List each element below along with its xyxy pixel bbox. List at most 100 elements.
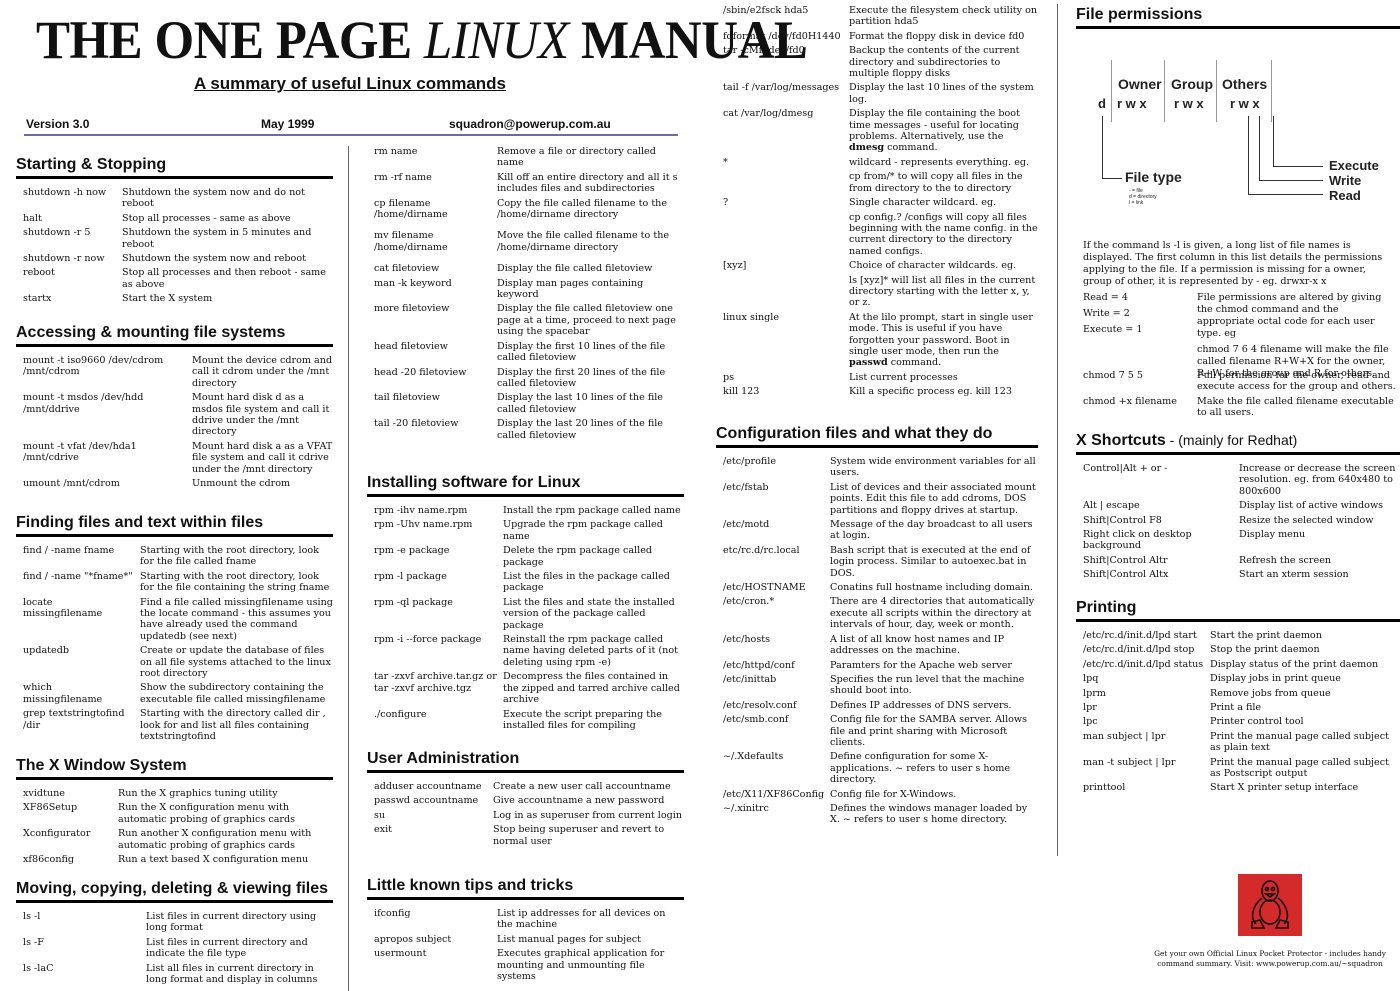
section-moving: Moving, copying, deleting & viewing file… xyxy=(16,880,333,988)
command-description: Log in as superuser from current login xyxy=(493,809,683,821)
command-description: Format the floppy disk in device fd0 xyxy=(849,30,1025,42)
command-description: Starting with the root directory, look f… xyxy=(140,545,319,568)
command-description: Print the manual page called subject as … xyxy=(1210,730,1389,754)
command-row: linux single At the lilo prompt, start in… xyxy=(716,312,1038,369)
command-text: exit xyxy=(374,824,393,836)
command-text: rpm -l package xyxy=(374,571,447,583)
command-row: tail -f /var/log/messages Display the las… xyxy=(716,82,1038,105)
command-text: printtool xyxy=(1083,782,1126,794)
command-description: Start the X system xyxy=(122,293,213,305)
command-row: passwd accountname Give accountname a new… xyxy=(367,795,684,806)
command-description: List files in current directory and indi… xyxy=(146,936,308,960)
command-row: kill 123 Kill a specific process eg. kill… xyxy=(716,386,1038,397)
command-row: /etc/X11/XF86Config Config file for X-Win… xyxy=(716,789,1038,800)
promo-text: Get your own Official Linux Pocket Prote… xyxy=(1154,949,1386,968)
command-row: ./configure Execute the script preparing … xyxy=(367,709,684,732)
command-row: Control|Alt + or - Increase or decrease t… xyxy=(1076,463,1400,497)
connector-line xyxy=(1248,116,1249,194)
command-row: ps List current processes xyxy=(716,372,1038,383)
command-description: Paramters for the Apache web server xyxy=(830,659,1012,671)
section-xshortcuts: X Shortcuts - (mainly for Redhat) Contro… xyxy=(1076,431,1400,584)
diagram-separator xyxy=(1164,60,1165,122)
command-text: shutdown -r now xyxy=(23,253,105,265)
section-chmod: chmod 7 5 5 Full permission for the owner… xyxy=(1076,362,1396,422)
command-row: more filetoview Display the file called f… xyxy=(367,303,684,337)
command-description: Define configuration for some X-applicat… xyxy=(830,751,1011,786)
command-description: Unmount the cdrom xyxy=(192,478,291,490)
command-text: tail -f /var/log/messages xyxy=(723,82,840,94)
command-row: ls [xyz]* will list all files in the cur… xyxy=(716,275,1038,309)
section-title: X Shortcuts - (mainly for Redhat) xyxy=(1076,431,1400,455)
command-text: /etc/profile xyxy=(723,456,777,467)
section-printing: Printing /etc/rc.d/init.d/lpd start Start… xyxy=(1076,599,1400,797)
email: squadron@powerup.com.au xyxy=(449,117,611,131)
command-text: head -20 filetoview xyxy=(374,366,467,378)
command-row: ls -l List files in current directory usi… xyxy=(16,911,333,934)
command-row: Right click on desktop background Display… xyxy=(1076,529,1400,552)
command-text: halt xyxy=(23,212,42,224)
command-row: lpr Print a file xyxy=(1076,702,1400,713)
connector-line xyxy=(1248,194,1323,195)
command-row: ls -F List files in current directory and… xyxy=(16,937,333,960)
command-description: Full permission for the owner, read and … xyxy=(1197,370,1396,393)
group-label: Group xyxy=(1171,76,1213,92)
section-mounting: Accessing & mounting file systems mount … xyxy=(16,324,333,492)
section-permissions: File permissions xyxy=(1076,6,1400,29)
command-row: xvidtune Run the X graphics tuning utilit… xyxy=(16,788,333,799)
section-title: Configuration files and what they do xyxy=(716,425,1038,448)
command-text: rm -rf name xyxy=(374,171,432,183)
command-description: Specifies the run level that the machine… xyxy=(830,673,1025,697)
command-description: Give accountname a new password xyxy=(493,795,665,807)
command-row: mount -t msdos /dev/hdd /mnt/ddrive Mount… xyxy=(16,392,333,438)
connector-line xyxy=(1102,116,1103,178)
command-row: Alt | escape Display list of active windo… xyxy=(1076,500,1400,511)
file-type-label: File type xyxy=(1125,169,1182,185)
command-text: reboot xyxy=(23,267,55,279)
command-description: ls [xyz]* will list all files in the cur… xyxy=(849,274,1036,309)
command-description: Display the last 20 lines of the file ca… xyxy=(497,418,663,441)
command-description: Kill off an entire directory and all it … xyxy=(497,171,678,195)
command-text: mount -t iso9660 /dev/cdrom /mnt/cdrom xyxy=(23,355,164,378)
command-text: man -k keyword xyxy=(374,277,452,289)
command-text: /etc/rc.d/init.d/lpd start xyxy=(1083,630,1197,641)
command-text: ls -l xyxy=(23,911,41,922)
command-text: xf86config xyxy=(23,854,75,866)
command-text: [xyz] xyxy=(723,260,747,272)
command-description: Display the last 10 lines of the system … xyxy=(849,82,1034,105)
command-description: Refresh the screen xyxy=(1239,554,1332,566)
command-description: Reinstall the rpm package called name ha… xyxy=(503,634,678,668)
command-description: Remove jobs from queue xyxy=(1210,687,1331,699)
command-description: Increase or decrease the screen resoluti… xyxy=(1239,463,1396,497)
command-description: Backup the contents of the current direc… xyxy=(849,45,1020,80)
command-text: usermount xyxy=(374,948,427,960)
type-char: d xyxy=(1098,96,1106,111)
command-text: /etc/fstab xyxy=(723,481,769,493)
command-text: chmod +x filename xyxy=(1083,395,1177,407)
command-row: /etc/HOSTNAME Conatins full hostname incl… xyxy=(716,582,1038,593)
command-row: which missingfilename Show the subdirecto… xyxy=(16,682,333,705)
command-text: updatedb xyxy=(23,645,69,657)
command-text: /etc/smb.conf xyxy=(723,714,789,726)
command-row: head -20 filetoview Display the first 20 … xyxy=(367,367,684,390)
command-description: System wide environment variables for al… xyxy=(830,456,1036,479)
command-description: At the lilo prompt, start in single user… xyxy=(849,312,1038,369)
command-text: lpq xyxy=(1083,673,1099,685)
command-row: /etc/hosts A list of all know host names … xyxy=(716,634,1038,657)
header-divider xyxy=(24,134,678,136)
command-text: rpm -ql package xyxy=(374,596,453,608)
section-installing: Installing software for Linux rpm -ihv n… xyxy=(367,474,684,734)
command-description: List ip addresses for all devices on the… xyxy=(497,908,666,931)
command-text: mv filename /home/dirname xyxy=(374,230,448,253)
write-label: Write xyxy=(1329,173,1362,188)
command-row: rm -rf name Kill off an entire directory … xyxy=(367,172,684,195)
command-text: Alt | escape xyxy=(1083,500,1140,512)
command-row: lpq Display jobs in print queue xyxy=(1076,673,1400,684)
command-text: lpr xyxy=(1083,702,1097,714)
connector-line xyxy=(1273,166,1323,167)
command-text: ? xyxy=(723,197,729,209)
command-row: Shift|Control F8 Resize the selected wind… xyxy=(1076,515,1400,526)
section-xwindow: The X Window System xvidtune Run the X gr… xyxy=(16,757,333,868)
command-text xyxy=(716,275,849,309)
permissions-diagram: Owner Group Others d r w x r w x r w x F… xyxy=(1076,50,1400,220)
command-text: apropos subject xyxy=(374,933,452,945)
